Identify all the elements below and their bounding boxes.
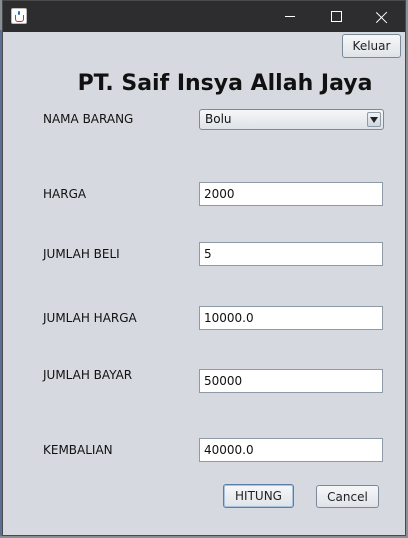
- calculate-button[interactable]: HITUNG: [223, 484, 294, 508]
- quantity-label: JUMLAH BELI: [43, 247, 120, 261]
- cancel-button[interactable]: Cancel: [316, 485, 379, 508]
- maximize-button[interactable]: [313, 1, 359, 32]
- maximize-icon: [330, 11, 342, 22]
- close-button[interactable]: [359, 1, 405, 32]
- chevron-down-icon[interactable]: [367, 112, 381, 127]
- quantity-field[interactable]: 5: [199, 242, 383, 266]
- minimize-icon: [285, 16, 295, 17]
- price-label: HARGA: [43, 187, 87, 201]
- amount-paid-field[interactable]: 50000: [199, 369, 383, 393]
- price-field[interactable]: 2000: [199, 182, 383, 206]
- item-name-select[interactable]: Bolu: [199, 109, 384, 130]
- item-name-selected: Bolu: [205, 112, 232, 126]
- total-price-label: JUMLAH HARGA: [43, 311, 137, 325]
- page-title: PT. Saif Insya Allah Jaya: [77, 71, 373, 96]
- total-price-field[interactable]: 10000.0: [199, 306, 383, 330]
- java-cup-icon: [11, 8, 27, 24]
- amount-paid-label: JUMLAH BAYAR: [43, 368, 133, 382]
- app-window: Keluar PT. Saif Insya Allah Jaya NAMA BA…: [2, 0, 406, 536]
- minimize-button[interactable]: [267, 1, 313, 32]
- close-icon: [376, 11, 388, 23]
- exit-button[interactable]: Keluar: [342, 34, 401, 58]
- item-name-label: NAMA BARANG: [43, 112, 134, 126]
- title-bar[interactable]: [3, 1, 405, 32]
- change-label: KEMBALIAN: [43, 443, 113, 457]
- change-field[interactable]: 40000.0: [199, 438, 383, 462]
